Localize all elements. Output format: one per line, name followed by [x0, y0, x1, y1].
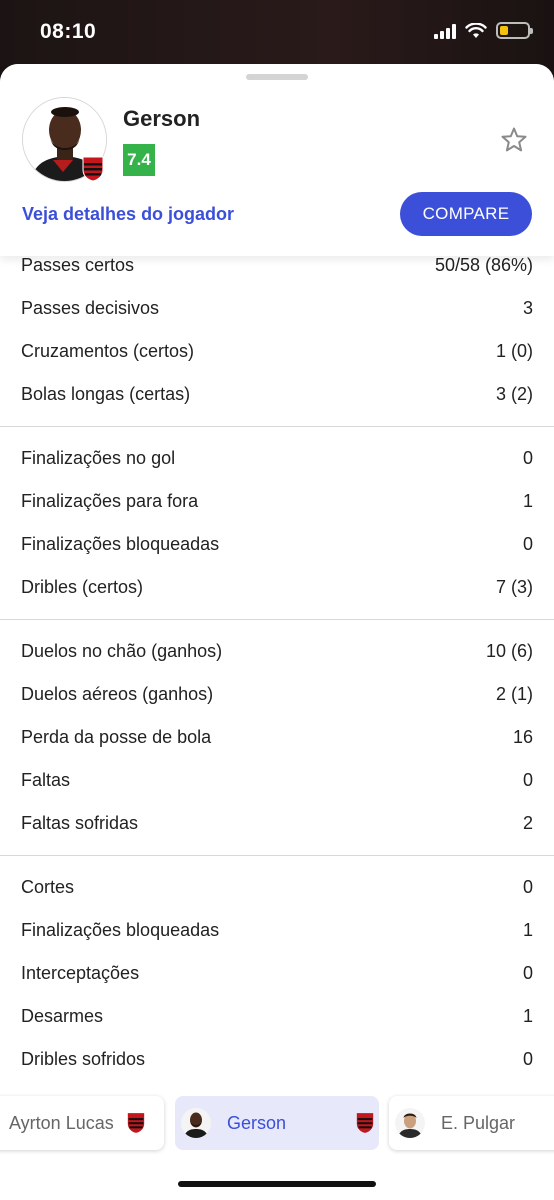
- stat-value: 0: [522, 963, 533, 983]
- stat-row: Duelos no chão (ganhos) 10 (6): [0, 630, 554, 673]
- stat-value: 50/58 (86%): [434, 255, 533, 275]
- stat-row: Finalizações bloqueadas 0: [0, 523, 554, 566]
- stat-row: Dribles (certos) 7 (3): [0, 566, 554, 609]
- stat-value: 16: [512, 727, 533, 747]
- stat-row: Passes decisivos 3: [0, 287, 554, 330]
- stat-value: 2 (1): [495, 684, 533, 704]
- stat-label: Bolas longas (certas): [21, 384, 191, 404]
- stat-row: Cortes 0: [0, 866, 554, 909]
- stat-label: Dribles sofridos: [21, 1049, 146, 1069]
- star-outline-icon[interactable]: [500, 126, 528, 154]
- stat-label: Faltas sofridas: [21, 813, 139, 833]
- stat-label: Cruzamentos (certos): [21, 341, 195, 361]
- cellular-signal-icon: [434, 23, 456, 39]
- status-icons: [434, 22, 533, 39]
- drag-handle[interactable]: [246, 74, 308, 80]
- stat-row: Bolas longas (certas) 3 (2): [0, 373, 554, 416]
- stat-row: Interceptações 0: [0, 952, 554, 995]
- battery-level: [500, 26, 508, 35]
- stat-value: 3 (2): [495, 384, 533, 404]
- stat-value: 1: [522, 491, 533, 511]
- stat-value: 0: [522, 877, 533, 897]
- flamengo-badge-icon: [356, 1113, 374, 1133]
- flamengo-badge-icon: [127, 1113, 144, 1133]
- carousel-item-e-pulgar[interactable]: E. Pulgar: [389, 1096, 554, 1150]
- stat-label: Desarmes: [21, 1006, 104, 1026]
- carousel-player-name: Gerson: [227, 1112, 287, 1133]
- stat-group: Cortes 0 Finalizações bloqueadas 1 Intercept…: [0, 856, 554, 1091]
- player-name: Gerson: [123, 106, 201, 131]
- stat-label: Faltas: [21, 770, 71, 790]
- stat-row: Cruzamentos (certos) 1 (0): [0, 330, 554, 373]
- stat-row: Perda da posse de bola 16: [0, 716, 554, 759]
- stat-row: Desarmes 1: [0, 995, 554, 1038]
- stat-value: 0: [522, 1049, 533, 1069]
- stat-label: Finalizações para fora: [21, 491, 199, 511]
- carousel-item-ayrton-lucas[interactable]: Ayrton Lucas: [0, 1096, 164, 1150]
- stat-group: Passes certos 50/58 (86%) Passes decisivos…: [0, 244, 554, 427]
- stat-group: Duelos no chão (ganhos) 10 (6) Duelos aére…: [0, 620, 554, 856]
- stat-value: 0: [522, 448, 533, 468]
- stat-label: Finalizações bloqueadas: [21, 534, 220, 554]
- stat-value: 1: [522, 920, 533, 940]
- home-indicator[interactable]: [178, 1181, 376, 1187]
- stat-label: Perda da posse de bola: [21, 727, 212, 747]
- stats-list: Passes certos 50/58 (86%) Passes decisivos…: [0, 244, 554, 1091]
- stat-label: Finalizações no gol: [21, 448, 176, 468]
- stat-row: Finalizações para fora 1: [0, 480, 554, 523]
- player-rating-badge: 7.4: [123, 144, 155, 176]
- stat-row: Duelos aéreos (ganhos) 2 (1): [0, 673, 554, 716]
- stat-row: Finalizações bloqueadas 1: [0, 909, 554, 952]
- stat-row: Faltas sofridas 2: [0, 802, 554, 845]
- carousel-player-name: Ayrton Lucas: [9, 1112, 114, 1133]
- stat-row: Dribles sofridos 0: [0, 1038, 554, 1081]
- stat-value: 10 (6): [485, 641, 533, 661]
- stat-value: 1 (0): [495, 341, 533, 361]
- stat-value: 2: [522, 813, 533, 833]
- player-details-link[interactable]: Veja detalhes do jogador: [22, 204, 234, 225]
- stat-value: 0: [522, 770, 533, 790]
- stat-label: Dribles (certos): [21, 577, 144, 597]
- stat-label: Passes certos: [21, 255, 135, 275]
- carousel-player-name: E. Pulgar: [441, 1112, 516, 1133]
- status-bar: 08:10: [0, 0, 554, 66]
- carousel-item-gerson[interactable]: Gerson: [175, 1096, 379, 1150]
- carousel-avatar: [181, 1108, 211, 1138]
- stat-row: Faltas 0: [0, 759, 554, 802]
- stat-label: Cortes: [21, 877, 75, 897]
- compare-button[interactable]: COMPARE: [400, 192, 532, 236]
- stat-label: Passes decisivos: [21, 298, 160, 318]
- flamengo-badge-icon: [82, 156, 104, 182]
- player-header: Gerson 7.4 Veja detalhes do jogador COMP…: [0, 64, 554, 256]
- status-time: 08:10: [40, 20, 97, 43]
- battery-icon: [496, 22, 533, 39]
- wifi-icon: [465, 22, 487, 38]
- stat-label: Duelos aéreos (ganhos): [21, 684, 214, 704]
- stat-group: Finalizações no gol 0 Finalizações para fo…: [0, 427, 554, 620]
- stat-label: Finalizações bloqueadas: [21, 920, 220, 940]
- stat-row: Finalizações no gol 0: [0, 437, 554, 480]
- stat-value: 0: [522, 534, 533, 554]
- player-stats-sheet: Gerson 7.4 Veja detalhes do jogador COMP…: [0, 64, 554, 1200]
- carousel-avatar: [395, 1108, 425, 1138]
- stat-label: Duelos no chão (ganhos): [21, 641, 223, 661]
- stat-value: 7 (3): [495, 577, 533, 597]
- stat-label: Interceptações: [21, 963, 140, 983]
- stat-value: 3: [522, 298, 533, 318]
- stat-value: 1: [522, 1006, 533, 1026]
